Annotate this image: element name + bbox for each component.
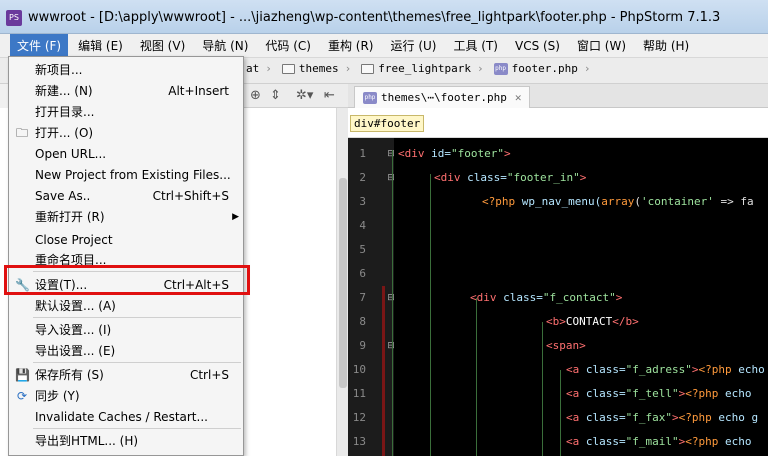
menu-vcs[interactable]: VCS (S) <box>508 36 567 56</box>
fold-marker-icon[interactable]: ⊟ <box>386 341 396 351</box>
line-number: 3 <box>359 195 366 208</box>
file-menu-dropdown: 新项目... 新建... (N) Alt+Insert 打开目录... 🗀 打开..… <box>8 56 244 456</box>
chevron-right-icon: › <box>265 62 272 75</box>
code-line: <div class="f_contact"> <box>470 291 623 304</box>
indent-guide <box>560 370 561 456</box>
save-icon: 💾 <box>15 367 30 382</box>
editor-tab-bar: php themes\⋯\footer.php ✕ <box>348 84 768 108</box>
settings-highlight-annotation <box>4 265 250 295</box>
collapse-icon[interactable]: ⇕ <box>270 88 281 103</box>
menu-export-settings[interactable]: 导出设置... (E) <box>9 340 243 361</box>
menu-refactor[interactable]: 重构 (R) <box>321 34 381 57</box>
menu-import-settings[interactable]: 导入设置... (I) <box>9 319 243 340</box>
indent-guide <box>542 322 543 456</box>
menu-save-all[interactable]: 💾 保存所有 (S) Ctrl+S <box>9 364 243 385</box>
chevron-right-icon: › <box>344 62 352 75</box>
tab-footer-php[interactable]: php themes\⋯\footer.php ✕ <box>354 86 531 108</box>
gear-icon[interactable]: ✲▾ <box>296 88 313 103</box>
chevron-right-icon: › <box>476 62 484 75</box>
line-number: 4 <box>359 219 366 232</box>
menu-run[interactable]: 运行 (U) <box>384 34 444 57</box>
line-number: 10 <box>352 363 366 376</box>
menu-separator <box>33 362 241 363</box>
code-line: <?php wp_nav_menu(array('container' => f… <box>482 195 754 208</box>
menu-new-project-existing[interactable]: New Project from Existing Files... <box>9 164 243 185</box>
close-icon[interactable]: ✕ <box>515 91 522 104</box>
menu-export-html[interactable]: 导出到HTML... (H) <box>9 430 243 451</box>
fold-marker-icon[interactable]: ⊟ <box>386 173 396 183</box>
menu-bar: 文件 (F) 编辑 (E) 视图 (V) 导航 (N) 代码 (C) 重构 (R… <box>0 34 768 58</box>
code-line: <span> <box>546 339 586 352</box>
code-line: <a class="f_fax"><?php echo g <box>566 411 759 424</box>
breadcrumb: at › themes › free_lightpark › php footer.ph… <box>246 62 600 75</box>
line-number: 8 <box>359 315 366 328</box>
menu-invalidate-caches[interactable]: Invalidate Caches / Restart... <box>9 406 243 427</box>
menu-separator <box>33 428 241 429</box>
window-title: wwwroot - [D:\apply\wwwroot] - ...\jiazh… <box>28 10 721 25</box>
breadcrumb-free-lightpark[interactable]: free_lightpark › <box>361 62 484 75</box>
menu-help[interactable]: 帮助 (H) <box>636 34 696 57</box>
fold-marker-icon[interactable]: ⊟ <box>386 293 396 303</box>
line-number: 11 <box>352 387 366 400</box>
line-number: 7 <box>359 291 366 304</box>
project-scrollbar[interactable] <box>336 108 348 456</box>
line-number: 2 <box>359 171 366 184</box>
menu-edit[interactable]: 编辑 (E) <box>71 34 130 57</box>
folder-icon <box>281 63 295 74</box>
menu-navigate[interactable]: 导航 (N) <box>195 34 255 57</box>
menu-file[interactable]: 文件 (F) <box>10 34 69 57</box>
tag-path-chip[interactable]: div#footer <box>350 115 425 132</box>
line-number: 13 <box>352 435 366 448</box>
phpstorm-app-icon: PS <box>6 10 22 26</box>
line-number: 1 <box>359 147 366 160</box>
code-line: <a class="f_tell"><?php echo <box>566 387 752 400</box>
menu-save-as[interactable]: Save As.. Ctrl+Shift+S <box>9 185 243 206</box>
menu-window[interactable]: 窗口 (W) <box>570 34 633 57</box>
menu-open[interactable]: 🗀 打开... (O) <box>9 122 243 143</box>
tab-label: themes\⋯\footer.php <box>381 91 507 104</box>
code-line: <b>CONTACT</b> <box>546 315 639 328</box>
line-number: 6 <box>359 267 366 280</box>
breadcrumb-partial[interactable]: at › <box>246 62 272 75</box>
indent-guide <box>476 298 477 456</box>
indent-guide <box>392 150 393 456</box>
menu-separator <box>33 317 241 318</box>
breadcrumb-themes[interactable]: themes › <box>281 62 352 75</box>
menu-view[interactable]: 视图 (V) <box>133 34 192 57</box>
code-line: <a class="f_adress"><?php echo <box>566 363 765 376</box>
php-file-icon: php <box>493 62 508 75</box>
menu-new-project[interactable]: 新项目... <box>9 59 243 80</box>
code-line: <div id="footer"> <box>398 147 511 160</box>
fold-marker-icon[interactable]: ⊟ <box>386 149 396 159</box>
folder-icon: 🗀 <box>15 125 28 140</box>
code-line: <div class="footer_in"> <box>434 171 587 184</box>
menu-close-project[interactable]: Close Project <box>9 229 243 250</box>
menu-new[interactable]: 新建... (N) Alt+Insert <box>9 80 243 101</box>
line-number: 9 <box>359 339 366 352</box>
menu-code[interactable]: 代码 (C) <box>258 34 318 57</box>
breadcrumb-footer-php[interactable]: php footer.php › <box>493 62 591 75</box>
sync-icon: ⟳ <box>16 388 28 403</box>
line-number: 12 <box>352 411 366 424</box>
menu-tools[interactable]: 工具 (T) <box>446 34 505 57</box>
title-bar: PS wwwroot - [D:\apply\wwwroot] - ...\ji… <box>0 0 768 34</box>
project-toolbar: ⊕ ⇕ ✲▾ ⇤ <box>244 84 348 108</box>
scrollbar-thumb[interactable] <box>339 178 347 388</box>
php-file-icon: php <box>363 91 377 104</box>
locate-icon[interactable]: ⊕ <box>250 88 261 103</box>
menu-synchronize[interactable]: ⟳ 同步 (Y) <box>9 385 243 406</box>
chevron-right-icon: › <box>583 62 591 75</box>
code-line: <a class="f_mail"><?php echo <box>566 435 752 448</box>
menu-default-settings[interactable]: 默认设置... (A) <box>9 295 243 316</box>
submenu-arrow-icon: ▶ <box>232 211 239 222</box>
menu-reopen[interactable]: 重新打开 (R) ▶ <box>9 206 243 227</box>
hide-panel-icon[interactable]: ⇤ <box>324 88 335 103</box>
editor-tag-path: div#footer <box>348 108 768 138</box>
menu-open-directory[interactable]: 打开目录... <box>9 101 243 122</box>
indent-guide <box>430 174 431 456</box>
line-number: 5 <box>359 243 366 256</box>
folder-icon <box>361 63 375 74</box>
change-marker <box>382 286 385 456</box>
menu-open-url[interactable]: Open URL... <box>9 143 243 164</box>
